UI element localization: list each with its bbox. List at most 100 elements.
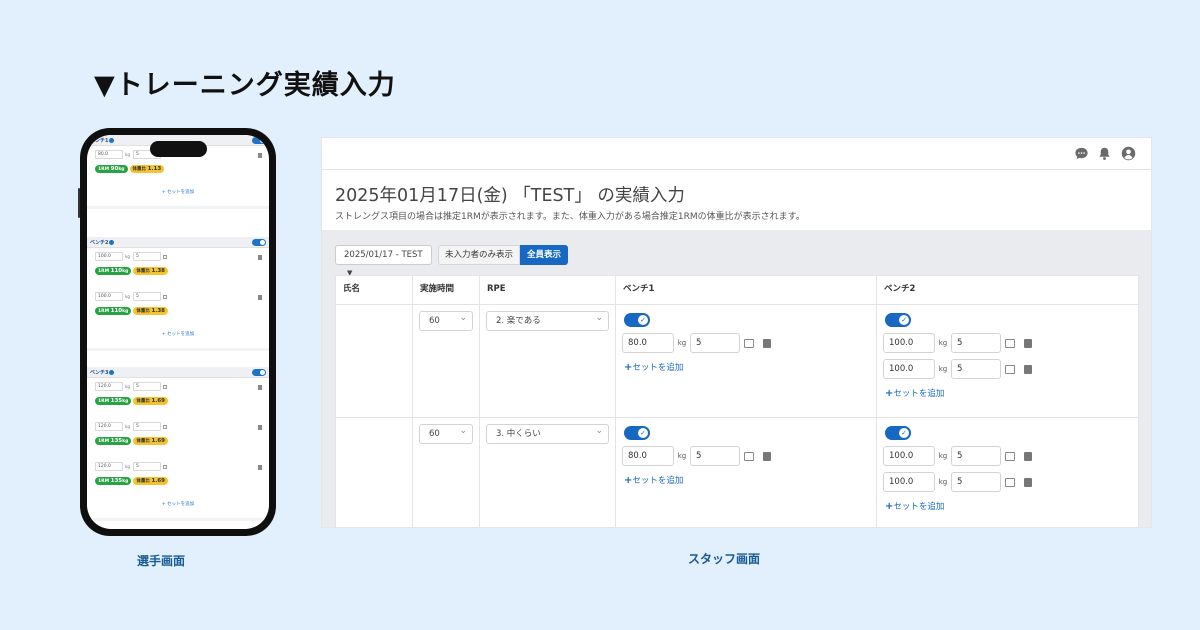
user-avatar-icon[interactable] xyxy=(1121,146,1136,161)
show-all-button[interactable]: 全員表示 xyxy=(520,245,569,265)
check-icon: ✓ xyxy=(638,428,648,438)
calculator-icon[interactable] xyxy=(163,464,167,469)
trash-icon[interactable] xyxy=(1024,364,1032,374)
exercise-title: ベンチ2 xyxy=(90,239,109,246)
info-icon[interactable] xyxy=(109,369,115,375)
calculator-icon[interactable] xyxy=(163,424,167,429)
add-set-button[interactable]: + セットを追加 xyxy=(87,328,269,348)
one-rm-unit: kg xyxy=(118,167,125,172)
weight-input[interactable]: 100.0 xyxy=(883,446,935,466)
exercise-toggle[interactable] xyxy=(252,137,266,144)
set-inputs: 120.0 kg 5 xyxy=(95,422,269,431)
weight-input[interactable]: 80.0 xyxy=(622,333,674,353)
calculator-icon[interactable] xyxy=(1005,364,1015,374)
chat-icon[interactable] xyxy=(1074,146,1089,161)
add-set-button[interactable]: +セットを追加 xyxy=(624,474,870,486)
reps-input[interactable]: 5 xyxy=(133,252,161,261)
calculator-icon[interactable] xyxy=(163,384,167,389)
record-toggle[interactable]: ✓ xyxy=(624,426,650,440)
reps-input[interactable]: 5 xyxy=(951,333,1001,353)
exercise-header: ベンチ3 xyxy=(87,367,269,378)
add-set-button[interactable]: + セットを追加 xyxy=(87,498,269,518)
show-uninput-only-button[interactable]: 未入力者のみ表示 xyxy=(438,245,521,265)
duration-cell: 60 xyxy=(412,417,480,527)
trash-icon[interactable] xyxy=(258,255,262,260)
trash-icon[interactable] xyxy=(1024,451,1032,461)
one-rm-value: 110 xyxy=(110,268,123,274)
set-row: 100.0 kg 5 xyxy=(883,446,1132,466)
record-toggle[interactable]: ✓ xyxy=(885,426,911,440)
weight-input[interactable]: 80.0 xyxy=(622,446,674,466)
exercise-toggle[interactable] xyxy=(252,239,266,246)
check-icon: ✓ xyxy=(899,428,909,438)
calculator-icon[interactable] xyxy=(744,451,754,461)
staff-screen: 2025年01月17日(金) 「TEST」 の実績入力 ストレングス項目の場合は… xyxy=(321,137,1152,528)
weight-ratio-badge: 体重比 1.13 xyxy=(129,165,165,173)
reps-input[interactable]: 5 xyxy=(951,446,1001,466)
trash-icon[interactable] xyxy=(258,465,262,470)
add-set-button[interactable]: +セットを追加 xyxy=(885,500,1132,512)
add-set-button[interactable]: + セットを追加 xyxy=(87,186,269,206)
weight-input[interactable]: 100.0 xyxy=(95,292,123,301)
add-set-label: セットを追加 xyxy=(167,332,195,337)
reps-input[interactable]: 5 xyxy=(133,422,161,431)
date-dropdown[interactable]: 2025/01/17 - TEST ▼ xyxy=(335,245,432,277)
one-rm-label: 1RM xyxy=(98,439,110,444)
record-toggle[interactable]: ✓ xyxy=(885,313,911,327)
trash-icon[interactable] xyxy=(1024,338,1032,348)
calculator-icon[interactable] xyxy=(1005,477,1015,487)
weight-ratio-badge: 体重比 1.69 xyxy=(133,477,169,485)
info-icon[interactable] xyxy=(109,239,115,245)
reps-input[interactable]: 5 xyxy=(951,472,1001,492)
weight-input[interactable]: 120.0 xyxy=(95,382,123,391)
one-rm-badge: 1RM 110kg xyxy=(95,267,132,275)
trash-icon[interactable] xyxy=(258,153,262,158)
weight-input[interactable]: 80.0 xyxy=(95,150,123,159)
add-set-button[interactable]: +セットを追加 xyxy=(885,387,1132,399)
trash-icon[interactable] xyxy=(258,295,262,300)
weight-input[interactable]: 100.0 xyxy=(883,333,935,353)
reps-input[interactable]: 5 xyxy=(133,292,161,301)
set-row: 120.0 kg 5 1RM 135kg 体重比 1.69 xyxy=(87,418,269,458)
reps-input[interactable]: 5 xyxy=(690,446,740,466)
unit-label: kg xyxy=(938,452,948,460)
calculator-icon[interactable] xyxy=(1005,451,1015,461)
weight-input[interactable]: 120.0 xyxy=(95,462,123,471)
display-filter-group: 未入力者のみ表示 全員表示 xyxy=(438,245,569,265)
rpe-select[interactable]: 3. 中くらい xyxy=(486,422,609,444)
calculator-icon[interactable] xyxy=(163,254,167,259)
exercise-toggle[interactable] xyxy=(252,369,266,376)
trash-icon[interactable] xyxy=(258,425,262,430)
add-set-button[interactable]: +セットを追加 xyxy=(624,361,870,373)
weight-input[interactable]: 120.0 xyxy=(95,422,123,431)
one-rm-label: 1RM xyxy=(98,479,110,484)
bench1-cell: ✓ 80.0 kg 5 +セットを追加 xyxy=(615,417,877,527)
calculator-icon[interactable] xyxy=(744,338,754,348)
bell-icon[interactable] xyxy=(1097,146,1112,161)
reps-input[interactable]: 5 xyxy=(690,333,740,353)
estimate-badges: 1RM 135kg 体重比 1.69 xyxy=(95,437,269,445)
duration-select[interactable]: 60 xyxy=(419,422,473,444)
weight-input[interactable]: 100.0 xyxy=(883,472,935,492)
record-toggle[interactable]: ✓ xyxy=(624,313,650,327)
top-bar xyxy=(322,138,1151,170)
reps-input[interactable]: 5 xyxy=(133,462,161,471)
unit-label: kg xyxy=(938,478,948,486)
info-icon[interactable] xyxy=(109,137,115,143)
reps-input[interactable]: 5 xyxy=(133,382,161,391)
trash-icon[interactable] xyxy=(763,451,771,461)
trash-icon[interactable] xyxy=(258,385,262,390)
trash-icon[interactable] xyxy=(1024,477,1032,487)
one-rm-value: 135 xyxy=(110,438,123,444)
set-row: 100.0 kg 5 xyxy=(883,333,1132,353)
weight-input[interactable]: 100.0 xyxy=(883,359,935,379)
reps-input[interactable]: 5 xyxy=(951,359,1001,379)
bench2-cell: ✓ 100.0 kg 5 100.0 kg 5 +セットを追加 xyxy=(876,304,1139,418)
weight-input[interactable]: 100.0 xyxy=(95,252,123,261)
trash-icon[interactable] xyxy=(763,338,771,348)
rpe-select[interactable]: 2. 楽である xyxy=(486,309,609,331)
calculator-icon[interactable] xyxy=(1005,338,1015,348)
calculator-icon[interactable] xyxy=(163,294,167,299)
duration-select[interactable]: 60 xyxy=(419,309,473,331)
one-rm-value: 110 xyxy=(110,308,123,314)
